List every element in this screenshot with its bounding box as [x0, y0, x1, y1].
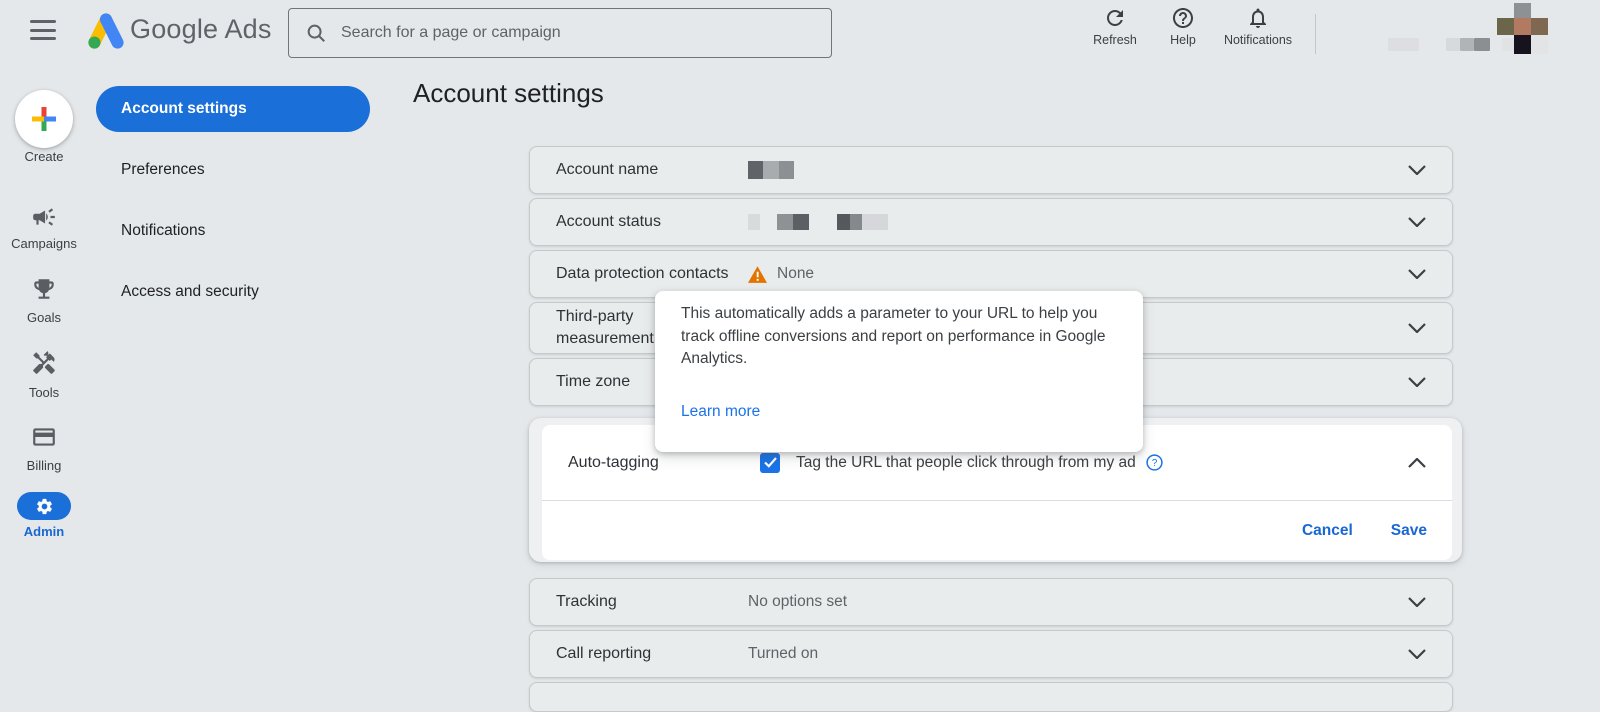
row-label: Account name	[556, 161, 748, 179]
create-button[interactable]	[15, 90, 73, 148]
tab-account-settings[interactable]: Account settings	[96, 86, 370, 132]
cancel-button[interactable]: Cancel	[1302, 522, 1353, 540]
search-input[interactable]	[339, 23, 831, 43]
row-label: Auto-tagging	[568, 454, 760, 472]
help-label: Help	[1170, 33, 1196, 47]
redacted-value	[748, 214, 888, 230]
auto-tagging-checkbox[interactable]	[760, 453, 780, 473]
row-label: Account status	[556, 213, 748, 231]
row-account-name[interactable]: Account name	[529, 146, 1453, 194]
sidebar-item-campaigns[interactable]	[0, 204, 88, 230]
campaigns-label: Campaigns	[0, 236, 88, 251]
tools-icon	[31, 350, 57, 376]
svg-text:?: ?	[1151, 458, 1157, 469]
row-label: Call reporting	[556, 645, 748, 663]
tab-account-settings-label: Account settings	[121, 100, 247, 118]
refresh-icon	[1103, 6, 1127, 30]
sidebar-item-admin[interactable]	[17, 492, 71, 520]
credit-card-icon	[31, 424, 57, 450]
chevron-down-icon[interactable]	[1408, 597, 1426, 607]
auto-tagging-footer: Cancel Save	[542, 502, 1452, 560]
auto-tagging-checkbox-label: Tag the URL that people click through fr…	[796, 454, 1136, 472]
chevron-down-icon[interactable]	[1408, 217, 1426, 227]
create-label: Create	[0, 149, 88, 164]
refresh-button[interactable]: Refresh	[1082, 6, 1148, 47]
row-tracking[interactable]: Tracking No options set	[529, 578, 1453, 626]
search-icon	[305, 22, 327, 44]
tools-label: Tools	[0, 385, 88, 400]
bell-icon	[1246, 6, 1270, 30]
topbar-divider	[1315, 14, 1316, 54]
chevron-down-icon[interactable]	[1408, 323, 1426, 333]
search-bar[interactable]	[288, 8, 832, 58]
page-title: Account settings	[413, 78, 604, 109]
help-button[interactable]: Help	[1157, 6, 1209, 47]
chevron-down-icon[interactable]	[1408, 377, 1426, 387]
notifications-button[interactable]: Notifications	[1212, 6, 1304, 47]
chevron-up-icon[interactable]	[1408, 458, 1426, 468]
row-value-text: No options set	[748, 593, 847, 611]
learn-more-link[interactable]: Learn more	[681, 403, 760, 421]
chevron-down-icon[interactable]	[1408, 649, 1426, 659]
tab-access-and-security[interactable]: Access and security	[121, 283, 259, 301]
row-value-text: None	[777, 265, 814, 283]
goals-label: Goals	[0, 310, 88, 325]
sidebar-item-goals[interactable]	[0, 276, 88, 302]
row-label: Tracking	[556, 593, 748, 611]
chevron-down-icon[interactable]	[1408, 269, 1426, 279]
check-icon	[764, 457, 777, 468]
tab-preferences[interactable]: Preferences	[121, 161, 205, 179]
trophy-icon	[31, 276, 57, 302]
google-ads-logo-icon	[84, 10, 128, 57]
help-icon	[1171, 6, 1195, 30]
row-value: None	[748, 265, 814, 283]
megaphone-icon	[31, 204, 57, 230]
sidebar-item-billing[interactable]	[0, 424, 88, 450]
plus-icon	[29, 104, 59, 134]
row-call-reporting[interactable]: Call reporting Turned on	[529, 630, 1453, 678]
tab-notifications[interactable]: Notifications	[121, 222, 205, 240]
row-label: Data protection contacts	[556, 265, 748, 283]
billing-label: Billing	[0, 458, 88, 473]
tooltip-text: This automatically adds a parameter to y…	[681, 303, 1121, 371]
menu-icon[interactable]	[30, 20, 56, 40]
row-value-text: Turned on	[748, 645, 818, 663]
admin-label: Admin	[0, 524, 88, 539]
help-circle-icon[interactable]: ?	[1146, 454, 1163, 471]
sidebar-item-tools[interactable]	[0, 350, 88, 376]
chevron-down-icon[interactable]	[1408, 165, 1426, 175]
save-button[interactable]: Save	[1391, 522, 1427, 540]
redacted-value	[748, 161, 794, 179]
gear-icon	[35, 497, 54, 516]
auto-tagging-tooltip: This automatically adds a parameter to y…	[655, 291, 1143, 452]
row-partial	[529, 682, 1453, 712]
row-account-status[interactable]: Account status	[529, 198, 1453, 246]
notifications-label: Notifications	[1224, 33, 1292, 47]
refresh-label: Refresh	[1093, 33, 1137, 47]
app-title: Google Ads	[130, 14, 272, 45]
warning-icon	[748, 266, 767, 283]
